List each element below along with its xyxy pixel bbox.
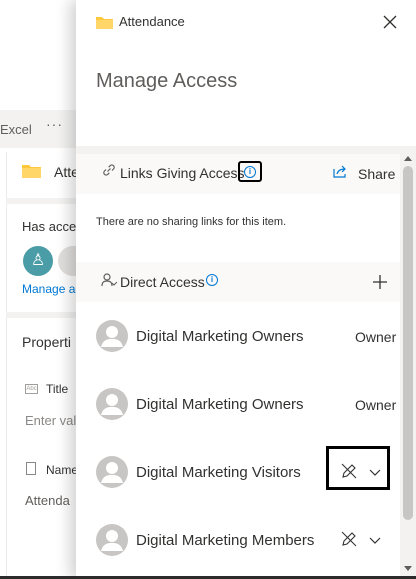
name-field-value[interactable]: Attenda: [25, 493, 70, 508]
command-excel-label[interactable]: Excel: [0, 122, 32, 137]
panel-heading: Manage Access: [96, 70, 238, 92]
edit-pencil-icon[interactable]: [340, 530, 358, 548]
direct-access-label: Direct Access: [120, 274, 205, 290]
access-row[interactable]: Digital Marketing Owners Owner: [76, 316, 400, 356]
has-access-label: Has acce: [22, 219, 77, 234]
document-icon: [26, 462, 36, 475]
chevron-down-icon[interactable]: [368, 465, 382, 479]
panel-content: Links Giving Access i Share There are no…: [76, 154, 400, 579]
scroll-up-arrow-icon[interactable]: [404, 156, 412, 161]
scrollbar-thumb[interactable]: [403, 166, 413, 520]
access-row-name: Digital Marketing Owners: [136, 396, 304, 413]
group-avatar-icon: [96, 388, 128, 420]
panel-divider: [76, 146, 416, 154]
close-icon[interactable]: [382, 14, 398, 30]
group-avatar-icon: [96, 320, 128, 352]
links-section-header: Links Giving Access i Share: [76, 154, 400, 194]
access-row-name: Digital Marketing Members: [136, 532, 315, 549]
info-icon[interactable]: i: [244, 166, 256, 178]
share-button[interactable]: Share: [358, 166, 395, 182]
name-field-label: Name: [46, 463, 79, 477]
more-options-button[interactable]: ···: [46, 116, 63, 132]
access-row[interactable]: Digital Marketing Visitors: [76, 446, 400, 492]
info-icon[interactable]: i: [206, 274, 218, 286]
link-icon: [103, 164, 115, 176]
access-row-role: Owner: [355, 329, 397, 345]
person-icon: [101, 273, 117, 287]
access-row[interactable]: Digital Marketing Owners Owner: [76, 384, 400, 424]
panel-item-title: Attendance: [119, 14, 185, 29]
access-row-name: Digital Marketing Visitors: [136, 464, 301, 481]
share-icon[interactable]: [332, 163, 348, 179]
title-field-label: Title: [46, 382, 69, 396]
properties-heading: Properti: [22, 334, 72, 350]
group-avatar-icon: [96, 456, 128, 488]
text-field-icon: Abc: [25, 384, 38, 394]
group-avatar-icon: [96, 524, 128, 556]
folder-icon: [96, 17, 113, 29]
access-row-role: Owner: [355, 397, 397, 413]
direct-access-header: Direct Access i: [76, 262, 400, 302]
chevron-down-icon[interactable]: [368, 533, 382, 547]
folder-icon: [22, 165, 41, 178]
vertical-scrollbar[interactable]: [400, 154, 416, 579]
links-section-label: Links Giving Access: [120, 165, 245, 181]
access-row[interactable]: Digital Marketing Members: [76, 520, 400, 560]
manage-access-panel: Attendance Manage Access Links Giving Ac…: [76, 0, 416, 579]
add-people-button[interactable]: [370, 272, 390, 292]
no-links-message: There are no sharing links for this item…: [96, 216, 287, 228]
edit-pencil-icon[interactable]: [340, 462, 358, 480]
manage-access-link[interactable]: Manage ac: [22, 282, 81, 296]
title-field-input[interactable]: Enter val: [25, 413, 76, 428]
access-row-name: Digital Marketing Owners: [136, 328, 304, 345]
access-avatar[interactable]: ♙: [23, 246, 53, 276]
scroll-down-arrow-icon[interactable]: [404, 566, 412, 571]
